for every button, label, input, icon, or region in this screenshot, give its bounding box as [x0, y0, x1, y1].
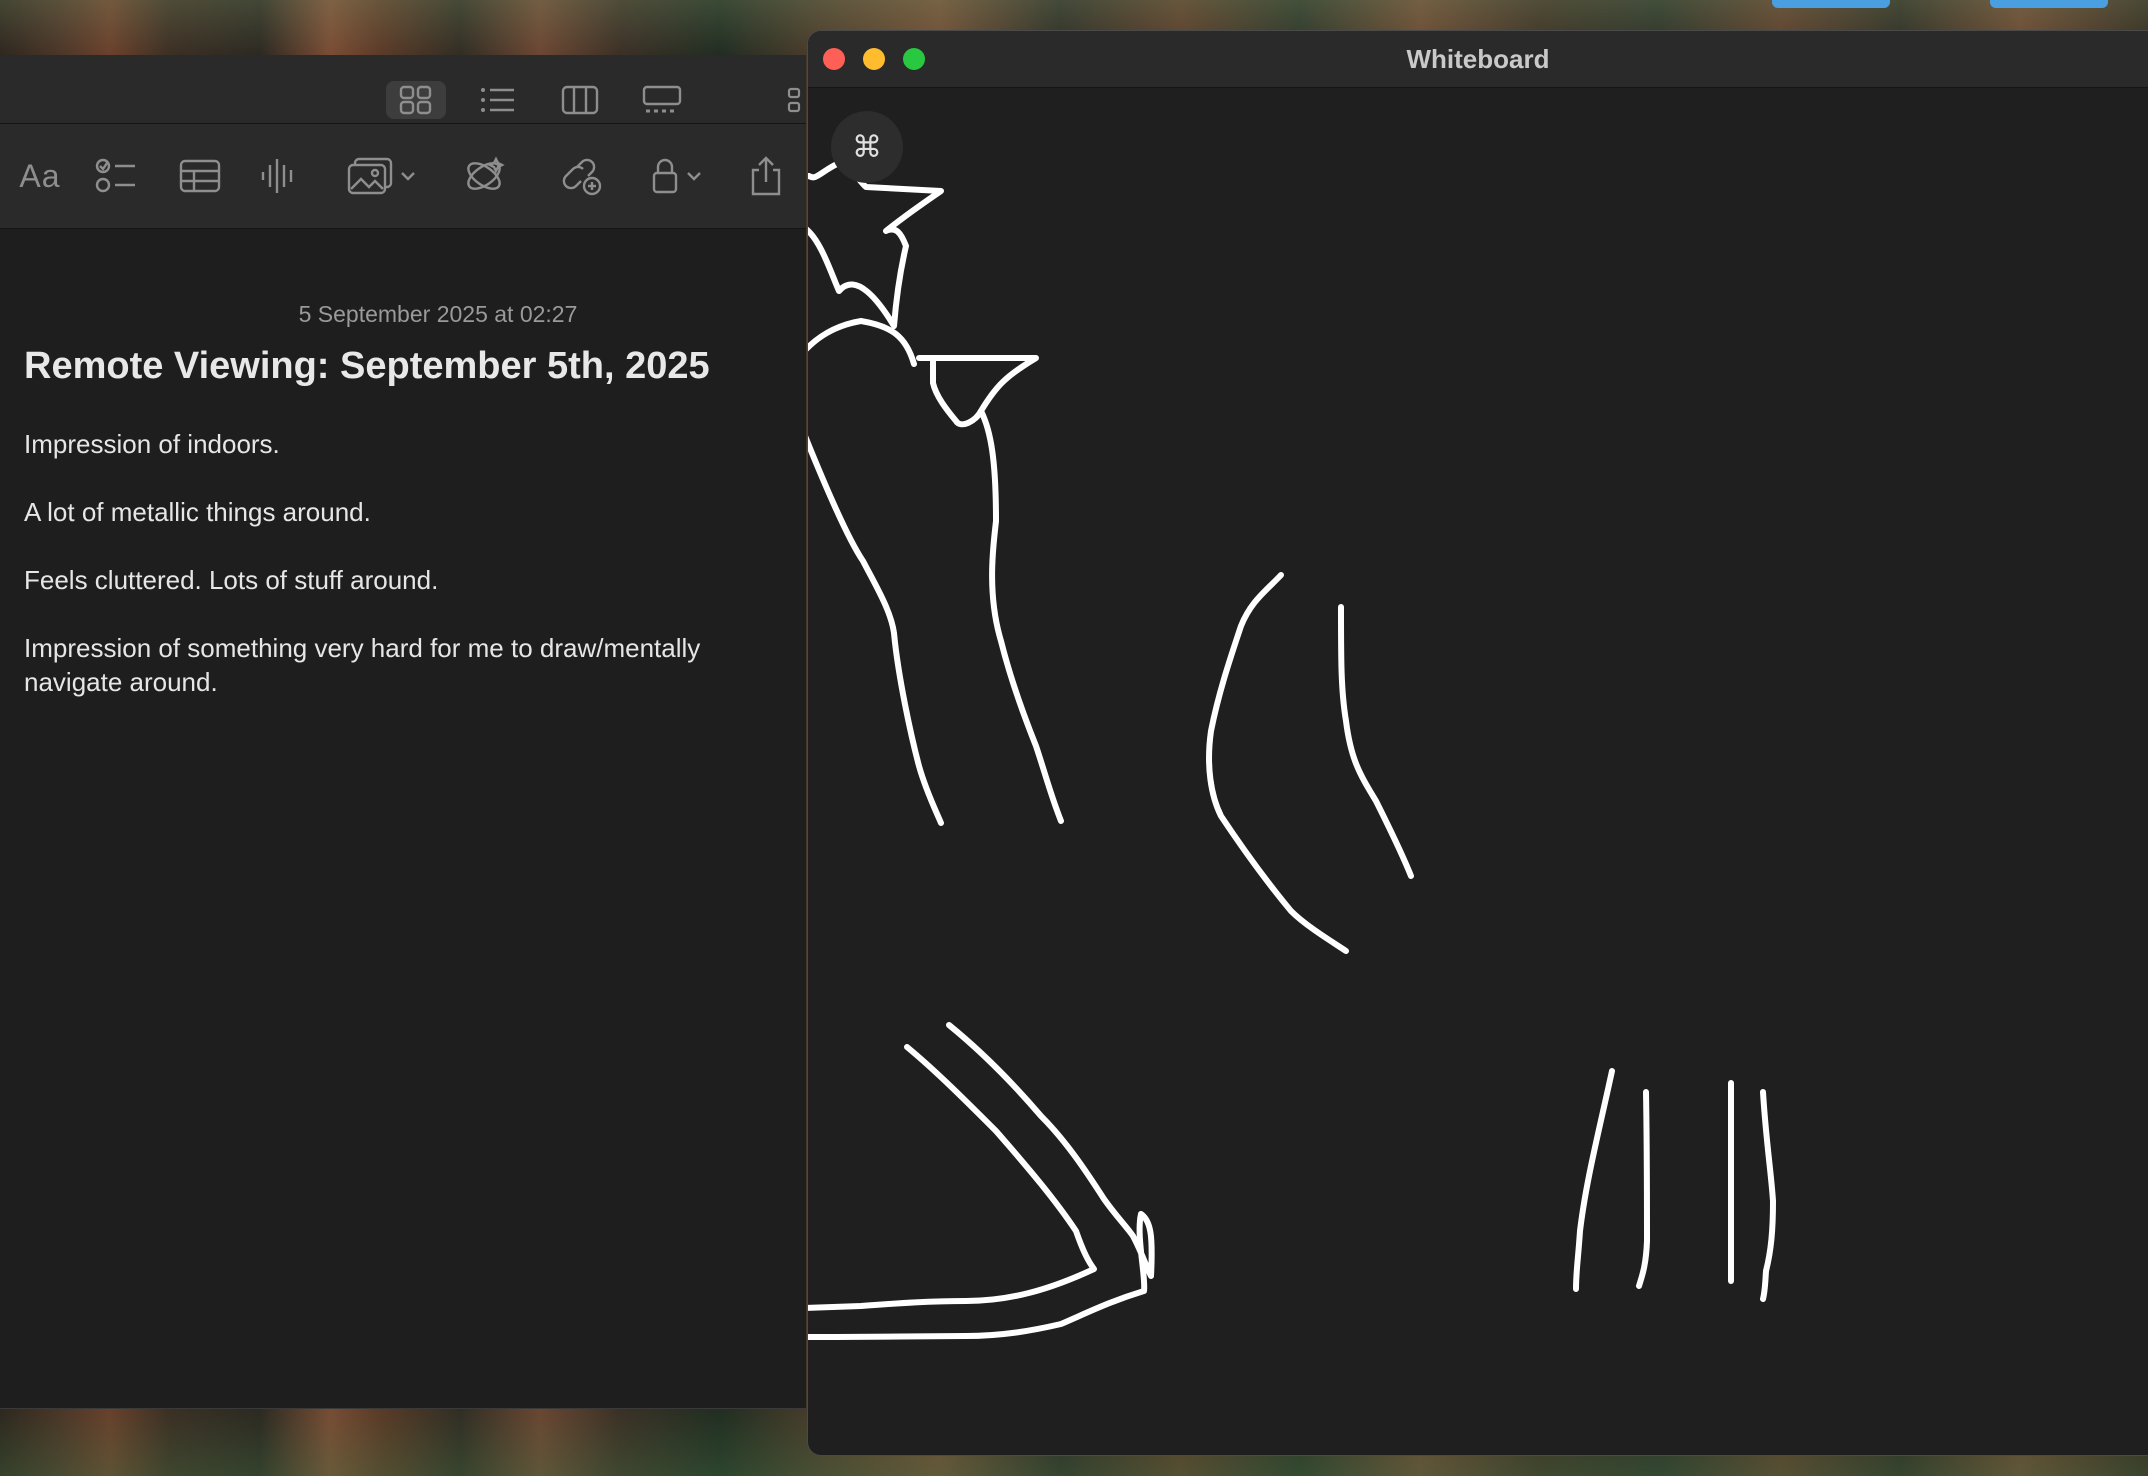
checklist-button[interactable] — [92, 152, 140, 200]
note-paragraph[interactable]: Impression of indoors. — [24, 427, 784, 461]
gallery-strip-icon — [642, 85, 682, 113]
background-window-button[interactable] — [1772, 0, 1890, 8]
columns-view-button[interactable] — [550, 81, 610, 119]
whiteboard-titlebar[interactable]: Whiteboard — [808, 31, 2148, 88]
list-view-button[interactable] — [468, 81, 528, 119]
stroke-v-outer — [808, 1022, 1155, 1340]
media-button[interactable] — [342, 152, 422, 200]
waveform-icon — [261, 159, 293, 193]
table-button[interactable] — [176, 152, 224, 200]
gallery-view-button[interactable] — [386, 81, 446, 119]
note-paragraph[interactable]: Feels cluttered. Lots of stuff around. — [24, 563, 784, 597]
more-views-button[interactable] — [770, 81, 806, 119]
notes-formatting-toolbar: Aa — [0, 124, 806, 229]
note-paragraph[interactable]: A lot of metallic things around. — [24, 495, 784, 529]
notes-view-bar — [0, 55, 806, 124]
note-editor[interactable]: 5 September 2025 at 02:27 Remote Viewing… — [0, 229, 806, 1408]
list-icon — [481, 88, 514, 112]
stroke-neck-left — [808, 318, 944, 826]
audio-record-button[interactable] — [256, 152, 300, 200]
chevron-down-icon — [401, 172, 415, 181]
note-timestamp: 5 September 2025 at 02:27 — [298, 301, 578, 327]
window-title: Whiteboard — [1406, 44, 1550, 74]
columns-icon — [561, 85, 599, 115]
lock-icon — [652, 158, 678, 194]
command-shortcut-button[interactable]: ⌘ — [831, 111, 903, 183]
share-icon — [751, 156, 781, 196]
photo-icon — [347, 157, 393, 195]
collaborate-button[interactable] — [558, 152, 606, 200]
notes-window: Aa 5 September 2025 at 02:27 Remote View… — [0, 55, 806, 1409]
background-window-button[interactable] — [1990, 0, 2108, 8]
stroke-bar-1 — [1573, 1068, 1615, 1292]
stroke-beak — [916, 355, 1039, 428]
format-text-button[interactable]: Aa — [10, 152, 70, 200]
chevron-down-icon — [687, 172, 701, 181]
whiteboard-window: Whiteboard ⌘ — [807, 30, 2148, 1456]
grid-small-icon — [787, 87, 801, 113]
stroke-bar-2 — [1636, 1089, 1650, 1289]
stroke-v-inner — [808, 1044, 1097, 1311]
stroke-neck-right — [978, 408, 1064, 824]
format-text-label: Aa — [19, 157, 61, 194]
share-button[interactable] — [744, 152, 788, 200]
lock-button[interactable] — [644, 152, 710, 200]
note-title[interactable]: Remote Viewing: September 5th, 2025 — [24, 345, 710, 388]
grid-icon — [399, 85, 432, 115]
stroke-curve-left — [1206, 572, 1349, 954]
note-paragraph[interactable]: Impression of something very hard for me… — [24, 631, 784, 699]
checklist-icon — [95, 158, 135, 193]
stroke-starburst — [808, 159, 944, 329]
stroke-bar-4 — [1760, 1089, 1776, 1302]
drawing-canvas[interactable] — [808, 88, 2148, 1456]
link-add-icon — [562, 158, 602, 196]
writing-tools-icon — [467, 156, 505, 190]
writing-tools-button[interactable] — [460, 152, 508, 200]
command-icon: ⌘ — [852, 129, 882, 165]
table-icon — [179, 159, 221, 193]
gallery-strip-view-button[interactable] — [632, 81, 692, 119]
stroke-curve-right — [1338, 604, 1414, 879]
